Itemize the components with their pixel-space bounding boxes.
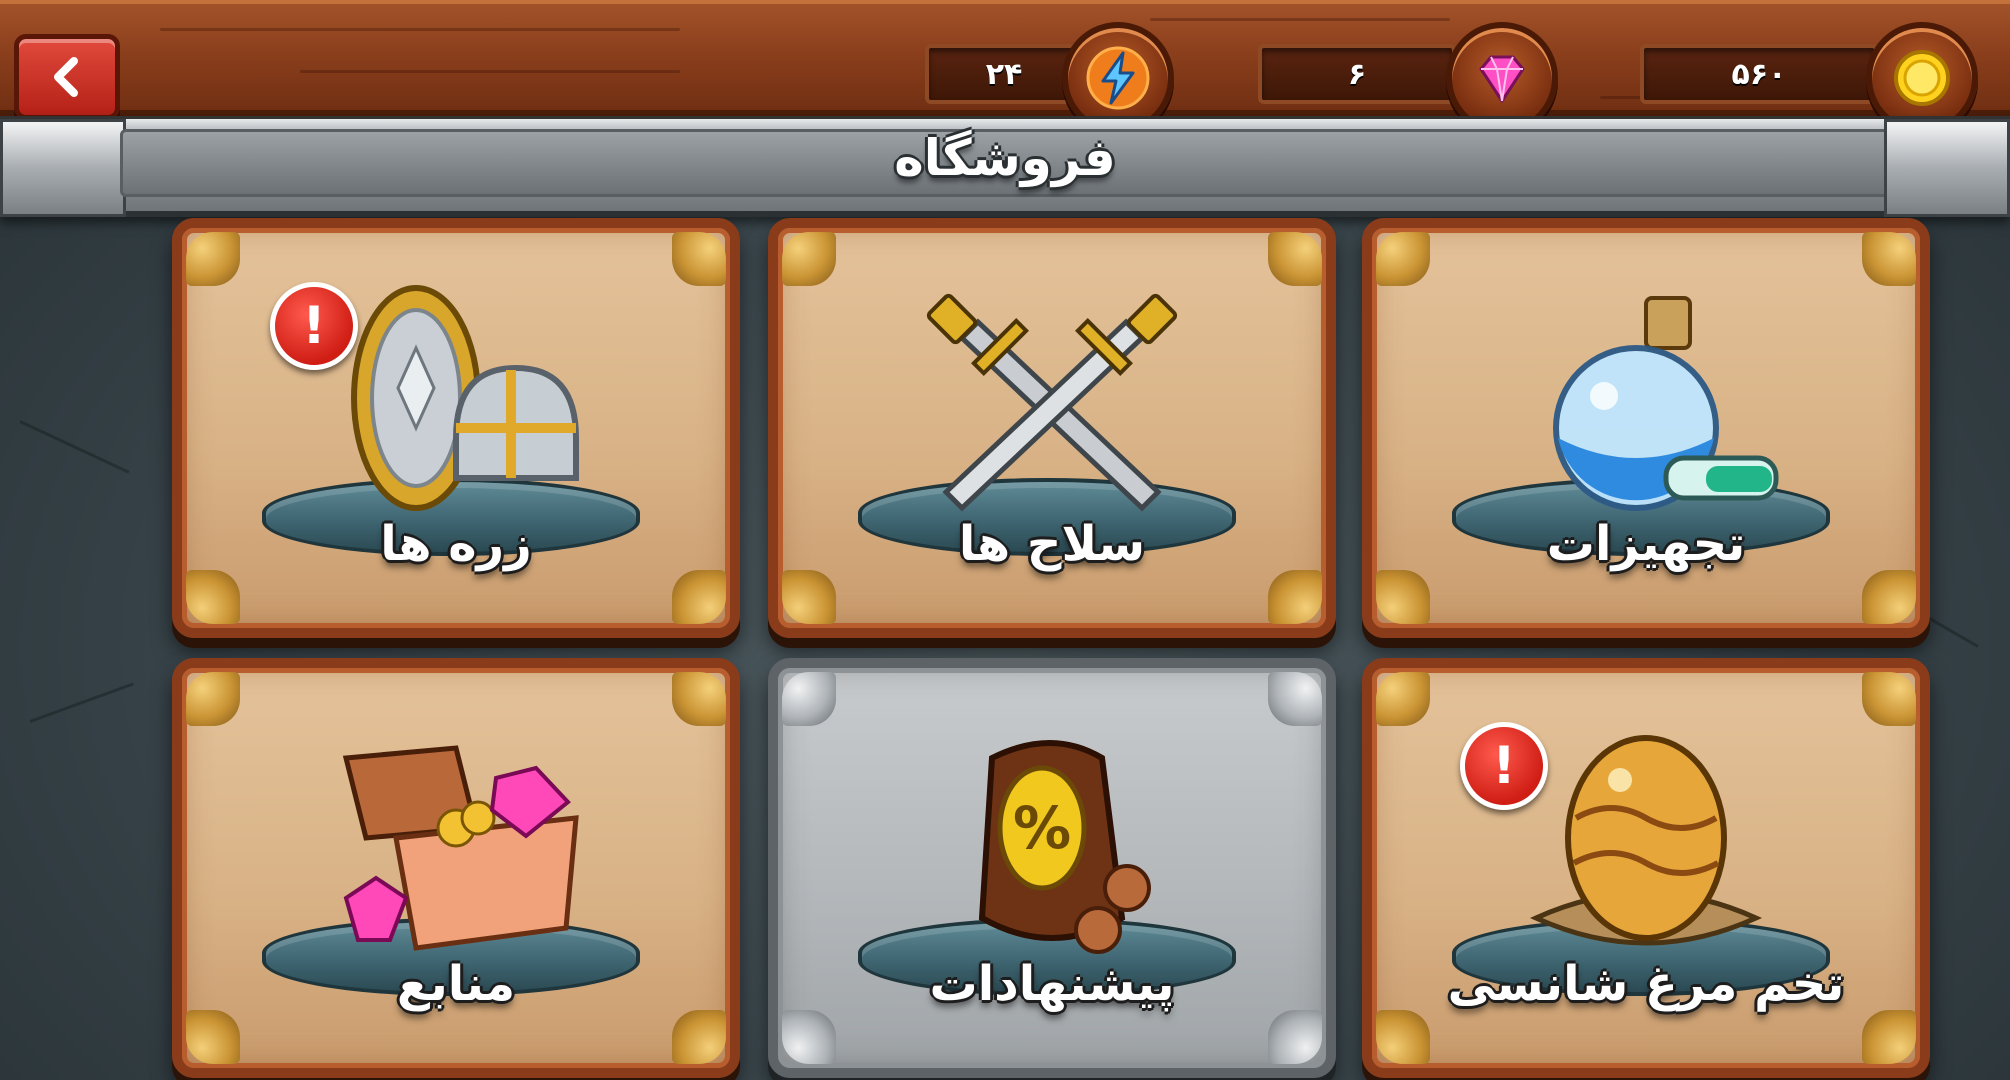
card-label: منابع [396, 956, 516, 1012]
gem-icon [1479, 55, 1525, 103]
lightning-icon [1086, 46, 1150, 110]
back-button[interactable] [14, 34, 120, 120]
card-label: سلاح ها [958, 516, 1146, 572]
card-label: زره ها [380, 516, 532, 572]
crossed-swords-icon [926, 293, 1178, 512]
card-label: پیشنهادات [929, 956, 1175, 1012]
coins-counter: ۵۶۰ [1640, 44, 1878, 104]
shop-card-weapons[interactable]: سلاح ها [768, 218, 1336, 638]
title-banner: فروشگاه [0, 116, 2010, 217]
energy-counter: ۲۴ [925, 44, 1083, 104]
alert-badge: ! [270, 282, 358, 370]
alert-badge: ! [1460, 722, 1548, 810]
stone-crack [29, 682, 134, 723]
gems-counter: ۶ [1258, 44, 1456, 104]
shop-card-equipment[interactable]: تجهیزات [1362, 218, 1930, 638]
page-title: فروشگاه [894, 129, 1116, 187]
gems-value: ۶ [1347, 56, 1367, 92]
shop-card-armor[interactable]: ! زره ها [172, 218, 740, 638]
svg-text:%: % [1013, 794, 1071, 862]
coin-icon [1894, 50, 1950, 106]
shop-card-lucky-egg[interactable]: ! تخم مرغ شانسی [1362, 658, 1930, 1078]
treasure-chest-icon [342, 745, 579, 951]
stone-crack [19, 420, 130, 474]
card-label: تخم مرغ شانسی [1447, 956, 1845, 1012]
card-label: تجهیزات [1546, 516, 1746, 572]
chevron-left-icon [54, 57, 78, 97]
potion-icon [1553, 296, 1779, 511]
shop-card-offers[interactable]: % پیشنهادات [768, 658, 1336, 1078]
shop-card-resources[interactable]: منابع [172, 658, 740, 1078]
coins-value: ۵۶۰ [1731, 56, 1787, 92]
energy-value: ۲۴ [985, 56, 1023, 92]
discount-bag-icon: % [978, 740, 1151, 954]
top-bar: ۲۴ ۶ ۵۶۰ [0, 0, 2010, 134]
